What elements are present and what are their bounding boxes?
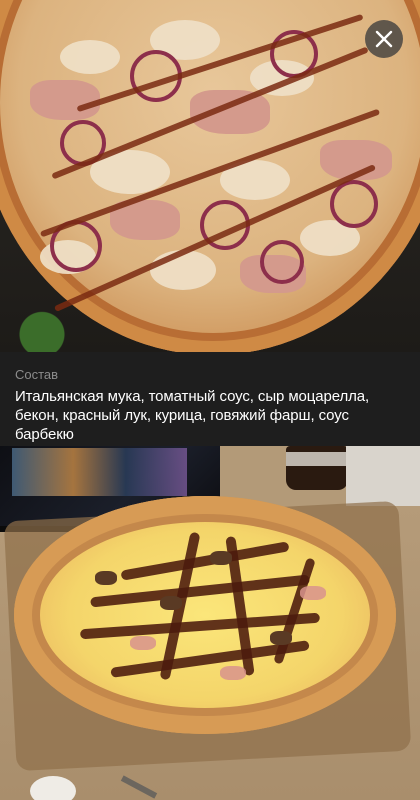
pizza-photo-top bbox=[0, 0, 420, 352]
composition-label: Состав bbox=[15, 367, 59, 382]
mushroom-topping bbox=[210, 551, 232, 565]
pizza-image bbox=[14, 496, 396, 734]
composition-panel: Состав Итальянская мука, томатный соус, … bbox=[0, 352, 420, 446]
mushroom-topping bbox=[270, 631, 292, 645]
onion-topping bbox=[330, 180, 378, 228]
close-button[interactable] bbox=[365, 20, 403, 58]
cup-background bbox=[30, 776, 76, 800]
mushroom-topping bbox=[95, 571, 117, 585]
bacon-topping bbox=[30, 80, 100, 120]
ham-topping bbox=[300, 586, 326, 600]
bottle-background bbox=[286, 446, 348, 490]
onion-topping bbox=[260, 240, 304, 284]
ham-topping bbox=[220, 666, 246, 680]
bottle-label bbox=[286, 452, 348, 466]
ham-topping bbox=[130, 636, 156, 650]
table-background bbox=[346, 446, 420, 506]
pizza-photo-bottom bbox=[0, 446, 420, 800]
chicken-topping bbox=[60, 40, 120, 74]
mushroom-topping bbox=[160, 596, 182, 610]
tv-screen bbox=[12, 448, 187, 496]
composition-ingredients: Итальянская мука, томатный соус, сыр моц… bbox=[15, 388, 370, 443]
close-icon bbox=[375, 30, 393, 48]
chicken-topping bbox=[150, 250, 216, 290]
